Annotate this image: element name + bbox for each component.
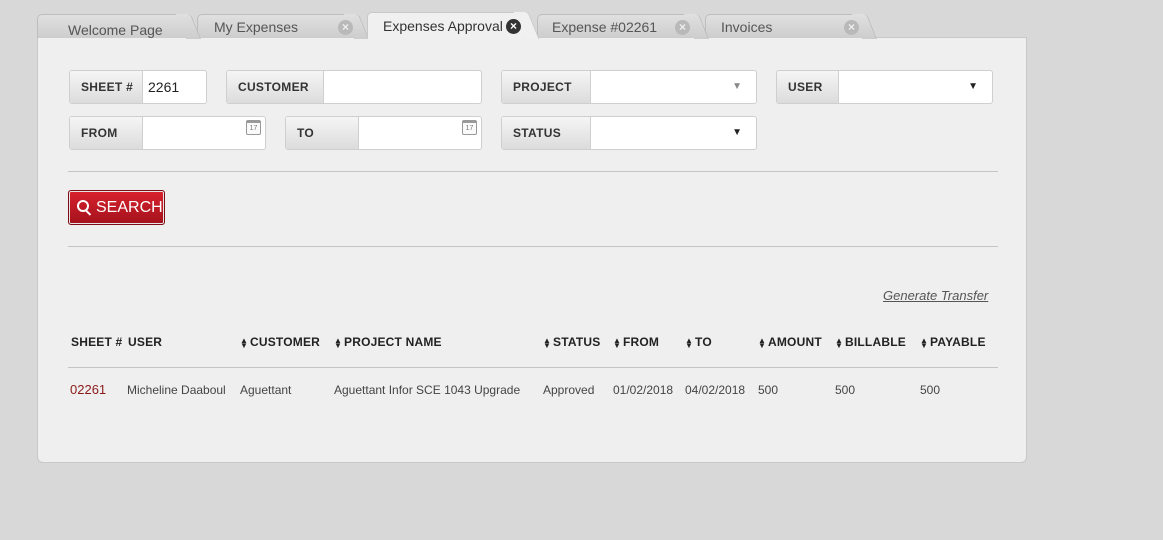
- close-icon[interactable]: ×: [338, 20, 353, 35]
- search-button-label: SEARCH: [96, 198, 163, 216]
- header-label: FROM: [623, 335, 660, 349]
- col-from[interactable]: ▲ ▼ FROM: [613, 335, 659, 349]
- calendar-icon[interactable]: 17: [246, 120, 261, 135]
- chevron-down-icon: ▼: [732, 81, 742, 92]
- close-icon[interactable]: ×: [675, 20, 690, 35]
- header-label: CUSTOMER: [250, 335, 321, 349]
- field-label: SHEET #: [70, 71, 143, 103]
- sort-icon: ▲ ▼: [920, 335, 929, 350]
- tab-expenses-approval[interactable]: Expenses Approval ×: [367, 12, 525, 39]
- tab-welcome-page[interactable]: Welcome Page: [37, 14, 187, 38]
- tab-my-expenses[interactable]: My Expenses ×: [197, 14, 355, 38]
- status-select[interactable]: ▼: [591, 117, 756, 149]
- customer-input[interactable]: [324, 71, 481, 103]
- col-to[interactable]: ▲ ▼ TO: [685, 335, 712, 349]
- field-label: USER: [777, 71, 839, 103]
- col-sheet-number[interactable]: SHEET #: [71, 335, 122, 349]
- tab-invoices[interactable]: Invoices ×: [705, 14, 863, 38]
- to-date-input[interactable]: 17: [359, 117, 481, 149]
- field-label: CUSTOMER: [227, 71, 324, 103]
- header-label: BILLABLE: [845, 335, 906, 349]
- search-icon: [77, 199, 91, 216]
- cell-customer: Aguettant: [240, 383, 292, 397]
- field-label: TO: [286, 117, 359, 149]
- cell-payable: 500: [920, 383, 941, 397]
- cell-to: 04/02/2018: [685, 383, 746, 397]
- expenses-approval-panel: SHEET # 2261 CUSTOMER PROJECT ▼ USER ▼ F…: [37, 37, 1027, 463]
- cell-user: Micheline Daaboul: [127, 383, 226, 397]
- header-label: USER: [128, 335, 163, 349]
- cell-status: Approved: [543, 383, 595, 397]
- project-select[interactable]: ▼: [591, 71, 756, 103]
- tab-label: Expenses Approval: [383, 18, 503, 34]
- sheet-number-link[interactable]: 02261: [70, 382, 106, 397]
- divider: [68, 246, 998, 247]
- chevron-down-icon: ▼: [968, 81, 978, 92]
- from-date-input[interactable]: 17: [143, 117, 265, 149]
- project-field: PROJECT ▼: [501, 70, 757, 104]
- sort-icon: ▲ ▼: [835, 335, 844, 350]
- sort-icon: ▲ ▼: [240, 335, 249, 350]
- cell-project-name: Aguettant Infor SCE 1043 Upgrade: [334, 383, 521, 397]
- customer-field: CUSTOMER: [226, 70, 482, 104]
- sort-icon: ▲ ▼: [758, 335, 767, 350]
- cell-from: 01/02/2018: [613, 383, 674, 397]
- user-field: USER ▼: [776, 70, 993, 104]
- search-button[interactable]: SEARCH: [68, 190, 165, 225]
- sort-icon: ▲ ▼: [543, 335, 552, 350]
- field-label: FROM: [70, 117, 143, 149]
- to-date-field: TO 17: [285, 116, 482, 150]
- header-label: TO: [695, 335, 712, 349]
- header-label: PAYABLE: [930, 335, 986, 349]
- col-project-name[interactable]: ▲ ▼ PROJECT NAME: [334, 335, 442, 349]
- header-label: AMOUNT: [768, 335, 822, 349]
- tab-bar: Welcome Page My Expenses × Expenses Appr…: [37, 12, 877, 39]
- field-label: PROJECT: [502, 71, 591, 103]
- header-label: STATUS: [553, 335, 601, 349]
- status-field: STATUS ▼: [501, 116, 757, 150]
- header-label: PROJECT NAME: [344, 335, 442, 349]
- sheet-number-field: SHEET # 2261: [69, 70, 207, 104]
- col-customer[interactable]: ▲ ▼ CUSTOMER: [240, 335, 320, 349]
- close-icon[interactable]: ×: [844, 20, 859, 35]
- user-select[interactable]: ▼: [839, 71, 992, 103]
- sort-icon: ▲ ▼: [613, 335, 622, 350]
- field-label: STATUS: [502, 117, 591, 149]
- tab-expense-02261[interactable]: Expense #02261 ×: [537, 14, 695, 38]
- col-billable[interactable]: ▲ ▼ BILLABLE: [835, 335, 906, 349]
- tab-label: Expense #02261: [552, 19, 658, 35]
- chevron-down-icon: ▼: [732, 127, 742, 138]
- tab-label: Welcome Page: [68, 22, 163, 38]
- from-date-field: FROM 17: [69, 116, 266, 150]
- generate-transfer-link[interactable]: Generate Transfer: [883, 288, 988, 303]
- calendar-icon[interactable]: 17: [462, 120, 477, 135]
- close-icon[interactable]: ×: [506, 19, 521, 34]
- col-payable[interactable]: ▲ ▼ PAYABLE: [920, 335, 986, 349]
- header-label: SHEET #: [71, 335, 123, 349]
- sort-icon: ▲ ▼: [334, 335, 343, 350]
- sheet-number-input[interactable]: 2261: [143, 71, 206, 103]
- cell-amount: 500: [758, 383, 779, 397]
- table-divider: [68, 367, 998, 368]
- col-amount[interactable]: ▲ ▼ AMOUNT: [758, 335, 822, 349]
- col-status[interactable]: ▲ ▼ STATUS: [543, 335, 600, 349]
- tab-label: Invoices: [721, 19, 773, 35]
- cell-billable: 500: [835, 383, 856, 397]
- tab-label: My Expenses: [214, 19, 299, 35]
- col-user[interactable]: USER: [128, 335, 162, 349]
- divider: [68, 171, 998, 172]
- sort-icon: ▲ ▼: [685, 335, 694, 350]
